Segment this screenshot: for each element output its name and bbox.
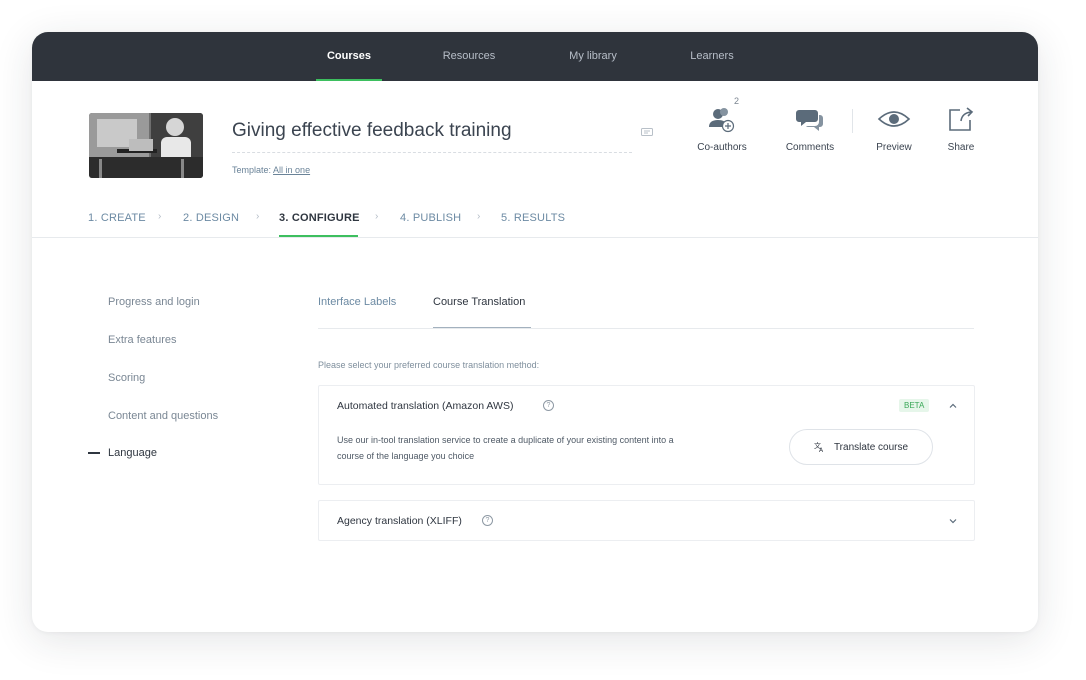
step-chevron-icon: › <box>375 211 379 222</box>
preview-button[interactable]: Preview <box>864 102 924 153</box>
sidebar-item-progress-login[interactable]: Progress and login <box>108 296 200 308</box>
nav-resources-label: Resources <box>442 50 496 62</box>
header-actions-divider <box>852 109 853 133</box>
template-info: Template: All in one <box>232 165 310 175</box>
comments-button[interactable]: Comments <box>780 102 840 153</box>
nav-my-library[interactable]: My library <box>558 32 628 81</box>
step-results[interactable]: 5. RESULTS <box>501 212 565 224</box>
share-icon <box>949 107 974 131</box>
coauthors-label: Co-authors <box>697 142 747 153</box>
comment-box-icon[interactable] <box>641 128 653 138</box>
title-underline <box>232 152 632 153</box>
chevron-up-icon[interactable] <box>948 401 958 411</box>
step-design[interactable]: 2. DESIGN <box>183 212 239 224</box>
eye-icon <box>877 111 911 127</box>
comments-icon <box>796 110 823 131</box>
template-prefix: Template: <box>232 165 272 175</box>
agency-translation-panel[interactable]: Agency translation (XLIFF) ? <box>318 500 975 541</box>
nav-courses-label: Courses <box>326 50 372 62</box>
nav-learners[interactable]: Learners <box>680 32 744 81</box>
help-icon[interactable]: ? <box>482 515 493 526</box>
nav-resources[interactable]: Resources <box>434 32 504 81</box>
app-window: Courses Resources My library Learners Gi… <box>32 32 1038 632</box>
coauthors-icon <box>709 108 735 133</box>
preview-label: Preview <box>876 142 912 153</box>
agency-translation-title[interactable]: Agency translation (XLIFF) <box>337 515 462 527</box>
translation-instruction: Please select your preferred course tran… <box>318 360 540 370</box>
beta-badge: BETA <box>899 399 930 412</box>
sidebar-item-language[interactable]: Language <box>108 447 157 459</box>
step-configure[interactable]: 3. CONFIGURE <box>279 212 360 224</box>
step-chevron-icon: › <box>158 211 162 222</box>
step-publish[interactable]: 4. PUBLISH <box>400 212 461 224</box>
step-create[interactable]: 1. CREATE <box>88 212 146 224</box>
sidebar-item-extra-features[interactable]: Extra features <box>108 334 176 346</box>
share-label: Share <box>947 142 975 153</box>
nav-courses[interactable]: Courses <box>316 32 382 81</box>
tab-interface-labels[interactable]: Interface Labels <box>318 296 396 308</box>
svg-text:A: A <box>819 447 824 453</box>
automated-translation-description: Use our in-tool translation service to c… <box>337 435 674 461</box>
tab-course-translation[interactable]: Course Translation <box>433 296 525 308</box>
help-icon[interactable]: ? <box>543 400 554 411</box>
share-button[interactable]: Share <box>936 102 986 153</box>
translate-course-button[interactable]: 文 A Translate course <box>789 429 933 465</box>
sidebar-item-scoring[interactable]: Scoring <box>108 372 145 384</box>
automated-translation-title[interactable]: Automated translation (Amazon AWS) <box>337 400 513 412</box>
tabs-divider <box>318 328 974 329</box>
coauthors-count: 2 <box>734 96 740 106</box>
course-title[interactable]: Giving effective feedback training <box>232 120 512 142</box>
header-divider <box>32 237 1038 238</box>
chevron-down-icon[interactable] <box>948 516 958 526</box>
template-link[interactable]: All in one <box>273 165 310 175</box>
comments-label: Comments <box>785 142 835 153</box>
course-thumbnail[interactable] <box>89 113 203 178</box>
nav-active-underline <box>316 79 382 81</box>
step-chevron-icon: › <box>477 211 481 222</box>
coauthors-button[interactable]: 2 Co-authors <box>692 96 752 153</box>
automated-translation-panel: Automated translation (Amazon AWS) ? BET… <box>318 385 975 485</box>
course-thumbnail-image <box>89 113 203 178</box>
nav-my-library-label: My library <box>569 50 617 62</box>
top-nav: Courses Resources My library Learners <box>32 32 1038 81</box>
translate-course-label: Translate course <box>833 441 909 453</box>
sidebar-active-indicator <box>88 452 100 454</box>
nav-learners-label: Learners <box>690 50 734 62</box>
step-chevron-icon: › <box>256 211 260 222</box>
translate-icon: 文 A <box>814 441 824 453</box>
sidebar-item-content-questions[interactable]: Content and questions <box>108 410 218 422</box>
